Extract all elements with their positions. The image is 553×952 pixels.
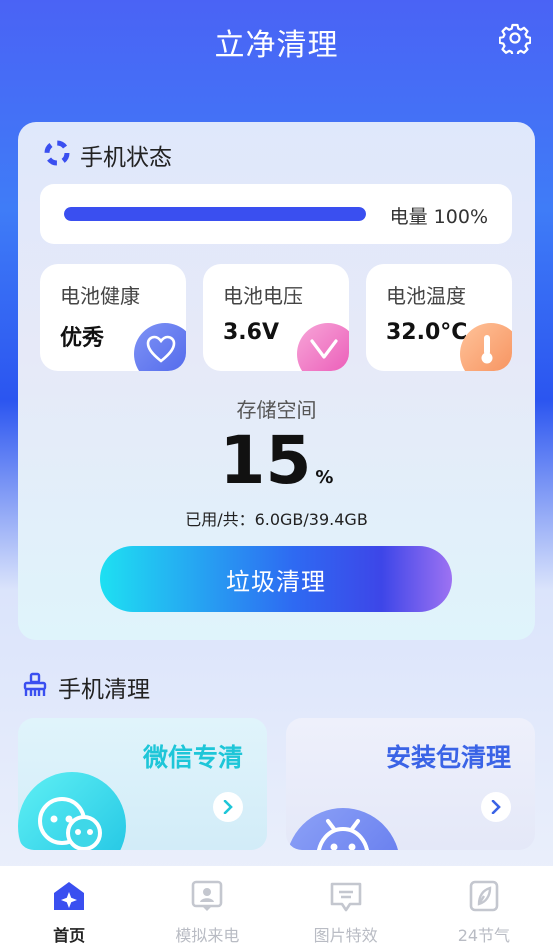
battery-health-value: 优秀: [60, 326, 105, 351]
storage-percent-value: 15: [219, 422, 312, 499]
storage-label: 存储空间: [236, 398, 317, 422]
heart-icon: [134, 323, 186, 371]
storage-percent: 15%: [18, 422, 535, 499]
contact-icon: [190, 880, 224, 916]
battery-progress-track: [64, 207, 366, 221]
nav-label-fake-call: 模拟来电: [175, 926, 240, 945]
thermometer-icon: [460, 323, 512, 371]
phone-clean-title: 手机清理: [58, 677, 150, 703]
nav-item-home[interactable]: 首页: [0, 866, 138, 952]
battery-temperature-value: 32.0°C: [386, 320, 468, 345]
page-title: 立净清理: [214, 28, 339, 63]
storage-used-text: 已用/共：6.0GB/39.4GB: [185, 510, 368, 529]
battery-level-box: 电量 100%: [40, 184, 512, 244]
bottom-navigation: 首页 模拟来电 图片特效 24节气: [0, 866, 553, 952]
nav-label-home: 首页: [53, 926, 86, 945]
apk-clean-card[interactable]: 安装包清理: [286, 718, 535, 850]
chevron-right-icon[interactable]: [213, 792, 243, 822]
storage-percent-unit: %: [315, 467, 334, 488]
battery-health-card: 电池健康 优秀: [40, 264, 186, 371]
battery-voltage-card: 电池电压 3.6V: [203, 264, 349, 371]
phone-status-card: 手机状态 电量 100% 电池健康 优秀 电池电压 3.6V 电池温度 32.0…: [18, 122, 535, 640]
wechat-clean-title: 微信专清: [142, 743, 243, 772]
leaf-icon: [467, 880, 501, 916]
battery-voltage-value: 3.6V: [223, 320, 279, 345]
battery-progress-fill: [64, 207, 366, 221]
image-effect-icon: [329, 880, 363, 916]
battery-temperature-card: 电池温度 32.0°C: [366, 264, 512, 371]
battery-health-label: 电池健康: [60, 284, 140, 308]
phone-status-title: 手机状态: [80, 145, 172, 171]
lifebuoy-icon: [44, 140, 70, 170]
battery-voltage-label: 电池电压: [223, 284, 303, 308]
apk-clean-title: 安装包清理: [385, 743, 511, 772]
chevron-right-icon[interactable]: [481, 792, 511, 822]
phone-clean-section-header: 手机清理: [22, 670, 150, 704]
junk-clean-button[interactable]: 垃圾清理: [100, 546, 452, 612]
battery-level-text: 电量 100%: [389, 206, 488, 228]
nav-item-fake-call[interactable]: 模拟来电: [138, 866, 276, 952]
nav-item-solar-terms[interactable]: 24节气: [415, 866, 553, 952]
wechat-clean-card[interactable]: 微信专清: [18, 718, 267, 850]
battery-temperature-label: 电池温度: [386, 284, 466, 308]
home-icon: [52, 880, 86, 916]
nav-label-solar-terms: 24节气: [457, 926, 511, 945]
android-icon: [286, 808, 400, 850]
wechat-icon: [18, 772, 126, 850]
nav-label-image-effect: 图片特效: [313, 926, 378, 945]
app-header: 立净清理: [0, 0, 553, 80]
phone-status-header: 手机状态: [44, 140, 172, 171]
settings-gear-icon[interactable]: [498, 22, 532, 57]
check-icon: [297, 323, 349, 371]
nav-item-image-effect[interactable]: 图片特效: [277, 866, 415, 952]
broom-icon: [22, 672, 48, 702]
